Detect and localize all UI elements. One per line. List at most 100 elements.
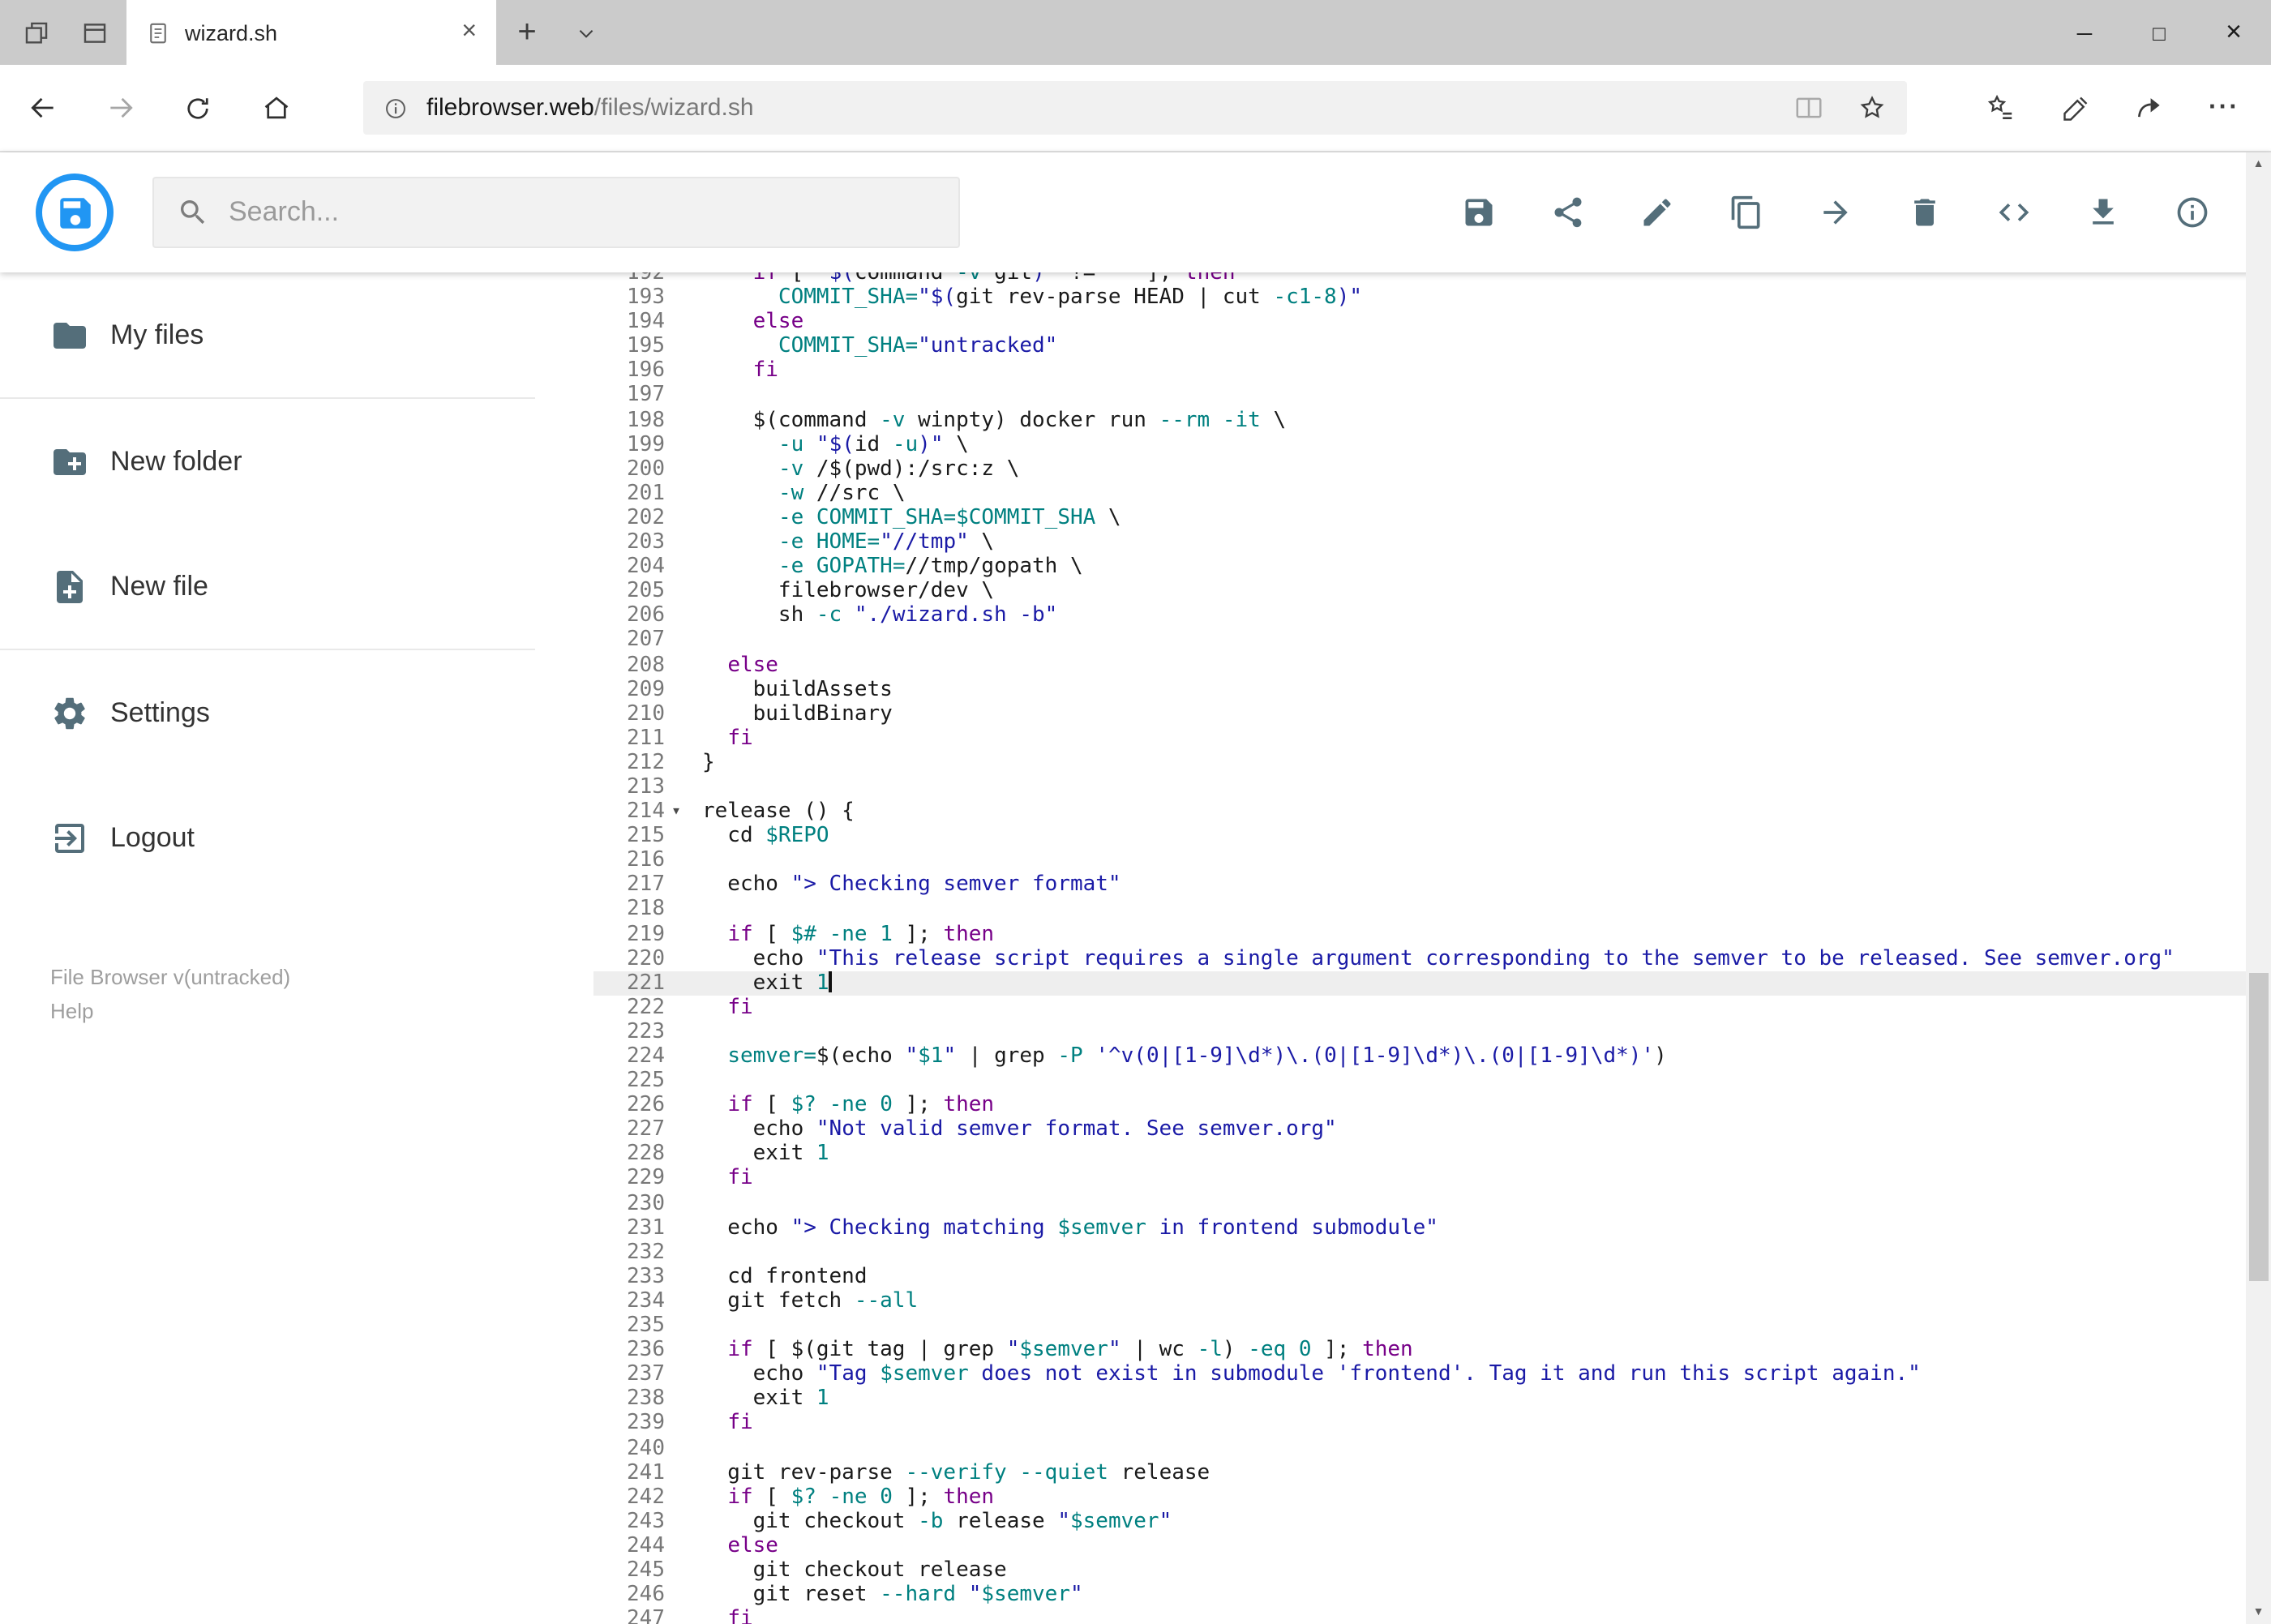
code-line[interactable]: 221 exit 1 [593,971,2245,996]
maximize-button[interactable]: □ [2122,0,2196,65]
minimize-button[interactable]: ─ [2047,0,2122,65]
code-line[interactable]: 213 [593,775,2245,799]
code-line[interactable]: 241 git rev-parse --verify --quiet relea… [593,1460,2245,1485]
scroll-down-arrow[interactable]: ▼ [2246,1600,2271,1624]
code-line[interactable]: 206 sh -c "./wizard.sh -b" [593,604,2245,628]
code-line[interactable]: 200 -v /$(pwd):/src:z \ [593,457,2245,482]
code-line[interactable]: 196 fi [593,359,2245,384]
code-line[interactable]: 201 -w //src \ [593,482,2245,506]
more-menu-icon[interactable]: ··· [2187,69,2261,147]
refresh-button[interactable] [159,69,237,147]
hub-favorites-icon[interactable] [1963,69,2037,147]
sidebar-item-logout[interactable]: Logout [0,775,535,900]
copy-button[interactable] [1728,195,1763,230]
move-button[interactable] [1817,195,1853,230]
info-button[interactable] [2174,195,2209,230]
code-line[interactable]: 231 echo "> Checking matching $semver in… [593,1215,2245,1240]
share-icon[interactable] [2112,69,2187,147]
code-line[interactable]: 202 -e COMMIT_SHA=$COMMIT_SHA \ [593,506,2245,530]
code-line[interactable]: 229 fi [593,1167,2245,1191]
code-line[interactable]: 208 else [593,653,2245,677]
forward-button[interactable] [81,69,159,147]
sidebar-item-new-file[interactable]: New file [0,524,535,649]
reading-view-icon[interactable] [1793,92,1824,123]
code-line[interactable]: 214 ▾ release () { [593,799,2245,824]
code-line[interactable]: 193 COMMIT_SHA="$(git rev-parse HEAD | c… [593,285,2245,310]
favorite-star-icon[interactable] [1857,92,1888,123]
code-line[interactable]: 212} [593,751,2245,775]
code-line[interactable]: 237 echo "Tag $semver does not exist in … [593,1362,2245,1386]
code-line[interactable]: 246 git reset --hard "$semver" [593,1583,2245,1607]
code-line[interactable]: 222 fi [593,996,2245,1020]
code-line[interactable]: 194 else [593,310,2245,334]
code-line[interactable]: 233 cd frontend [593,1265,2245,1289]
app-logo[interactable] [36,174,114,251]
page-scrollbar[interactable]: ▲ ▼ [2246,152,2271,1624]
code-line[interactable]: 239 fi [593,1412,2245,1436]
code-line[interactable]: 223 [593,1020,2245,1044]
tab-preview-icon[interactable] [68,0,120,65]
code-line[interactable]: 218 [593,898,2245,922]
code-line[interactable]: 232 [593,1240,2245,1265]
code-line[interactable]: 224 semver=$(echo "$1" | grep -P '^v(0|[… [593,1044,2245,1069]
code-line[interactable]: 207 [593,628,2245,653]
site-info-icon[interactable] [383,95,409,121]
code-line[interactable]: 199 -u "$(id -u)" \ [593,432,2245,456]
code-line[interactable]: 240 [593,1436,2245,1460]
code-line[interactable]: 225 [593,1069,2245,1093]
code-line[interactable]: 204 -e GOPATH=//tmp/gopath \ [593,555,2245,579]
code-line[interactable]: 247 fi [593,1607,2245,1624]
share-button[interactable] [1549,195,1585,230]
code-line[interactable]: 245 git checkout release [593,1558,2245,1583]
code-line[interactable]: 210 buildBinary [593,701,2245,726]
edit-button[interactable] [1639,195,1674,230]
sidebar-item-my-files[interactable]: My files [0,272,535,397]
back-button[interactable] [3,69,81,147]
code-line[interactable]: 216 [593,849,2245,873]
code-line[interactable]: 226 if [ $? -ne 0 ]; then [593,1093,2245,1117]
source-code-button[interactable] [1995,195,2031,230]
tab-chevron-icon[interactable] [558,0,613,65]
new-tab-button[interactable]: + [496,0,558,65]
code-line[interactable]: 195 COMMIT_SHA="untracked" [593,335,2245,359]
download-button[interactable] [2085,195,2120,230]
code-line[interactable]: 192 if [ "$(command -v git)" != "" ]; th… [593,272,2245,285]
code-line[interactable]: 242 if [ $? -ne 0 ]; then [593,1485,2245,1509]
save-button[interactable] [1460,195,1496,230]
window-close-button[interactable]: × [2196,0,2271,65]
web-note-pen-icon[interactable] [2037,69,2112,147]
code-line[interactable]: 197 [593,384,2245,408]
code-line[interactable]: 215 cd $REPO [593,824,2245,848]
code-line[interactable]: 234 git fetch --all [593,1289,2245,1313]
search-box[interactable] [152,177,960,248]
code-line[interactable]: 230 [593,1191,2245,1215]
help-link[interactable]: Help [50,996,535,1030]
address-bar[interactable]: filebrowser.web/files/wizard.sh [363,81,1907,135]
fold-marker-icon[interactable]: ▾ [665,799,702,824]
code-line[interactable]: 205 filebrowser/dev \ [593,579,2245,603]
code-line[interactable]: 227 echo "Not valid semver format. See s… [593,1118,2245,1142]
sidebar-item-new-folder[interactable]: New folder [0,399,535,524]
code-line[interactable]: 203 -e HOME="//tmp" \ [593,530,2245,555]
sidebar-item-settings[interactable]: Settings [0,650,535,775]
scroll-up-arrow[interactable]: ▲ [2246,152,2271,177]
code-line[interactable]: 198 $(command -v winpty) docker run --rm… [593,408,2245,432]
code-line[interactable]: 211 fi [593,726,2245,751]
code-line[interactable]: 219 if [ $# -ne 1 ]; then [593,922,2245,946]
set-tabs-aside-icon[interactable] [10,0,62,65]
code-line[interactable]: 217 echo "> Checking semver format" [593,873,2245,898]
home-button[interactable] [237,69,315,147]
code-line[interactable]: 209 buildAssets [593,677,2245,701]
code-line[interactable]: 244 else [593,1534,2245,1558]
code-line[interactable]: 220 echo "This release script requires a… [593,946,2245,971]
code-editor[interactable]: 192 if [ "$(command -v git)" != "" ]; th… [535,272,2271,1624]
browser-tab[interactable]: wizard.sh × [126,0,496,65]
code-line[interactable]: 238 exit 1 [593,1387,2245,1412]
code-line[interactable]: 236 if [ $(git tag | grep "$semver" | wc… [593,1338,2245,1362]
tab-close-icon[interactable]: × [458,18,480,47]
code-line[interactable]: 243 git checkout -b release "$semver" [593,1510,2245,1534]
delete-button[interactable] [1906,195,1942,230]
code-line[interactable]: 235 [593,1313,2245,1338]
scroll-thumb[interactable] [2249,973,2268,1281]
code-line[interactable]: 228 exit 1 [593,1142,2245,1167]
